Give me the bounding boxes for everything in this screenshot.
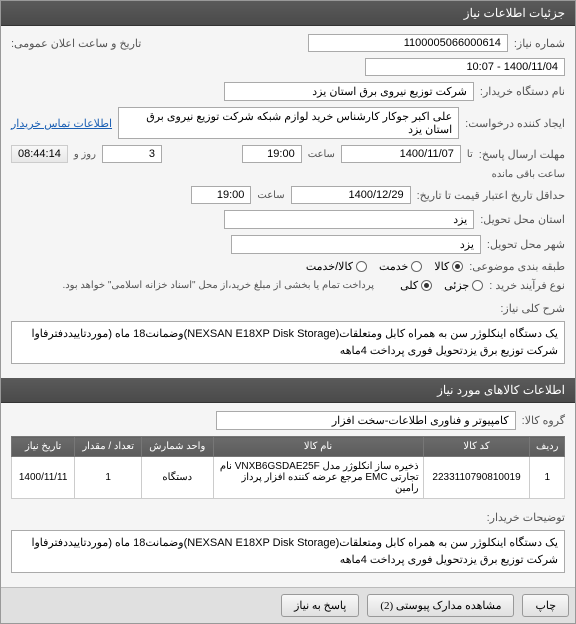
goods-group-value: کامپیوتر و فناوری اطلاعات-سخت افزار xyxy=(216,411,516,430)
td-unit: دستگاه xyxy=(142,457,213,499)
response-deadline-label: مهلت ارسال پاسخ: xyxy=(479,148,565,161)
remaining-label: ساعت باقی مانده xyxy=(492,169,565,180)
radio-both[interactable]: کالا/خدمت xyxy=(306,260,367,273)
city-value: یزد xyxy=(231,235,481,254)
city-label: شهر محل تحویل: xyxy=(487,238,565,251)
buyer-notes-text: یک دستگاه اینکلوژر سن به همراه کابل ومتع… xyxy=(11,530,565,573)
time-label-1: ساعت xyxy=(308,149,335,160)
radio-goods-label: کالا xyxy=(434,260,449,273)
radio-both-label: کالا/خدمت xyxy=(306,260,353,273)
th-code: کد کالا xyxy=(423,437,530,457)
until-label-1: تا xyxy=(467,149,473,160)
radio-partial[interactable]: جزئی xyxy=(444,279,483,292)
response-date: 1400/11/07 xyxy=(341,145,461,163)
time-label-2: ساعت xyxy=(257,190,284,201)
days-value: 3 xyxy=(102,145,162,163)
province-value: یزد xyxy=(224,210,474,229)
validity-label: حداقل تاریخ اعتبار قیمت تا تاریخ: xyxy=(417,189,565,202)
purchase-process-label: نوع فرآیند خرید : xyxy=(489,279,565,292)
radio-full-label: کلی xyxy=(400,279,418,292)
response-time: 19:00 xyxy=(242,145,302,163)
goods-table: ردیف کد کالا نام کالا واحد شمارش تعداد /… xyxy=(11,436,565,499)
radio-icon xyxy=(452,261,463,272)
province-label: استان محل تحویل: xyxy=(480,213,565,226)
creator-value: علی اکبر جوکار کارشناس خرید لوازم شبکه ش… xyxy=(118,107,459,139)
radio-icon xyxy=(411,261,422,272)
td-name: ذخیره ساز انکلوژر مدل VNXB6GSDAE25F نام … xyxy=(213,457,423,499)
need-number-label: شماره نیاز: xyxy=(514,37,565,50)
attachments-button[interactable]: مشاهده مدارک پیوستی (2) xyxy=(367,594,514,617)
radio-service-label: خدمت xyxy=(379,260,408,273)
validity-time: 19:00 xyxy=(191,186,251,204)
radio-partial-label: جزئی xyxy=(444,279,469,292)
th-name: نام کالا xyxy=(213,437,423,457)
reply-button[interactable]: پاسخ به نیاز xyxy=(281,594,359,617)
td-qty: 1 xyxy=(75,457,142,499)
buyer-device-label: نام دستگاه خریدار: xyxy=(480,85,565,98)
validity-date: 1400/12/29 xyxy=(291,186,411,204)
td-row: 1 xyxy=(530,457,565,499)
th-qty: تعداد / مقدار xyxy=(75,437,142,457)
radio-full[interactable]: کلی xyxy=(400,279,432,292)
goods-group-label: گروه کالا: xyxy=(522,414,565,427)
td-date: 1400/11/11 xyxy=(12,457,75,499)
print-button[interactable]: چاپ xyxy=(522,594,569,617)
radio-icon xyxy=(421,280,432,291)
buyer-notes-label: توضیحات خریدار: xyxy=(487,507,565,524)
section-header-goods: اطلاعات کالاهای مورد نیاز xyxy=(1,378,575,403)
td-code: 2233110790810019 xyxy=(423,457,530,499)
radio-icon xyxy=(356,261,367,272)
section-header-details: جزئیات اطلاعات نیاز xyxy=(1,1,575,26)
announce-label: تاریخ و ساعت اعلان عمومی: xyxy=(11,37,141,50)
radio-icon xyxy=(472,280,483,291)
contact-link[interactable]: اطلاعات تماس خریدار xyxy=(11,117,112,130)
desc-label: شرح کلی نیاز: xyxy=(500,298,565,315)
th-unit: واحد شمارش xyxy=(142,437,213,457)
th-row: ردیف xyxy=(530,437,565,457)
days-label: روز و xyxy=(74,149,96,160)
table-row: 1 2233110790810019 ذخیره ساز انکلوژر مدل… xyxy=(12,457,565,499)
desc-text: یک دستگاه اینکلوژر سن به همراه کابل ومتع… xyxy=(11,321,565,364)
radio-service[interactable]: خدمت xyxy=(379,260,422,273)
announce-value: 1400/11/04 - 10:07 xyxy=(365,58,565,76)
purchase-note: پرداخت تمام یا بخشی از مبلغ خرید،از محل … xyxy=(62,280,374,291)
buyer-device-value: شرکت توزیع نیروی برق استان یزد xyxy=(224,82,474,101)
creator-label: ایجاد کننده درخواست: xyxy=(465,117,565,130)
need-number-value: 1100005066000614 xyxy=(308,34,508,52)
footer-bar: چاپ مشاهده مدارک پیوستی (2) پاسخ به نیاز xyxy=(1,587,575,623)
pbs-label: طبقه بندی موضوعی: xyxy=(469,260,565,273)
th-date: تاریخ نیاز xyxy=(12,437,75,457)
remaining-time: 08:44:14 xyxy=(11,145,68,163)
radio-goods[interactable]: کالا xyxy=(434,260,463,273)
